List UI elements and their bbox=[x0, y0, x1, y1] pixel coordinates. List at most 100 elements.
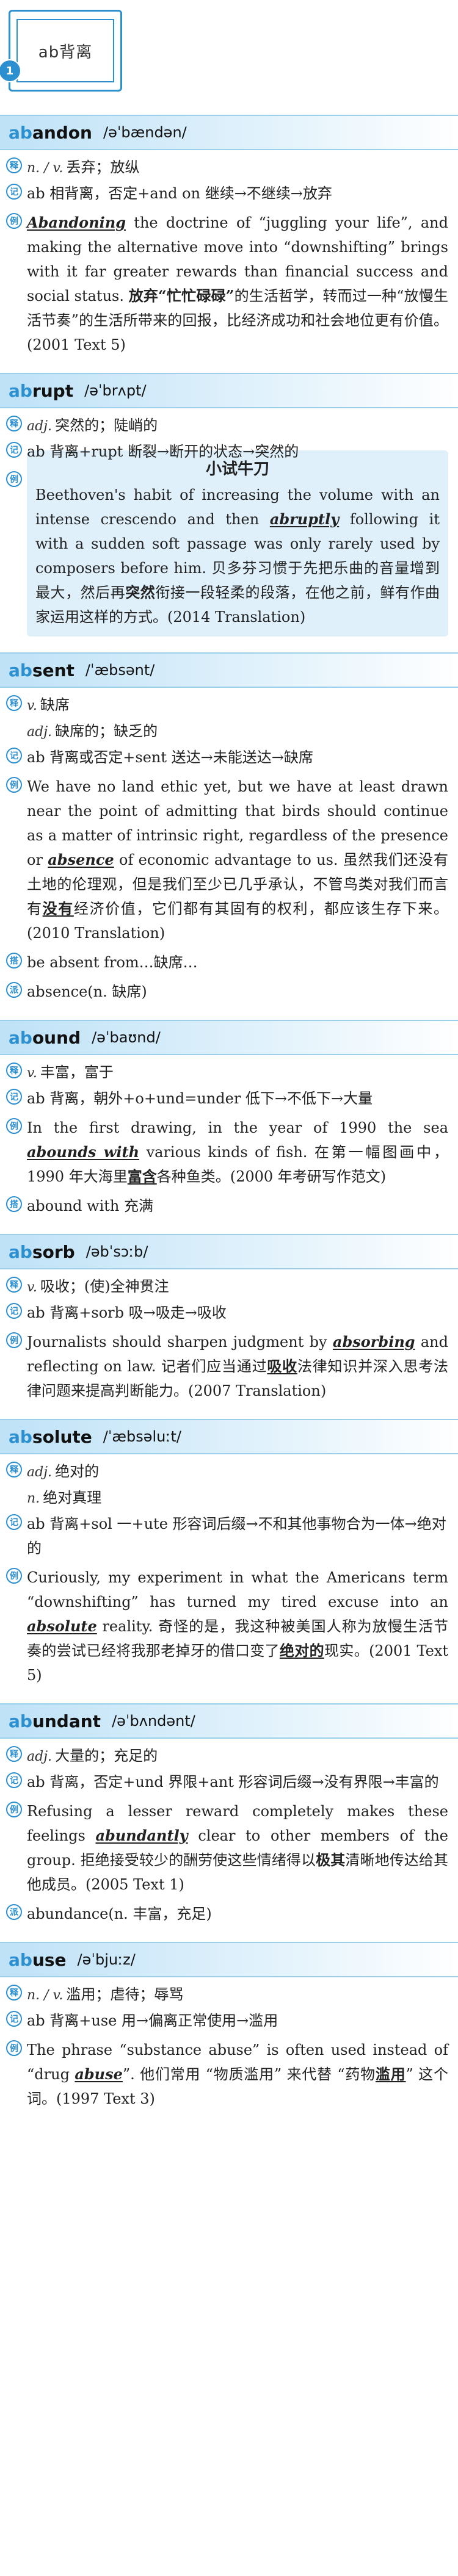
headword-rest: ound bbox=[32, 1027, 81, 1048]
phonetic: /əˈbrʌpt/ bbox=[84, 382, 147, 399]
etym-tag-icon: 记 bbox=[6, 442, 22, 458]
example-keyword: abundantly bbox=[95, 1827, 188, 1844]
example-highlight: 吸收 bbox=[267, 1357, 297, 1375]
etym-tag-icon: 记 bbox=[6, 1089, 22, 1105]
example-text: The phrase “substance abuse” is often us… bbox=[27, 2038, 448, 2111]
pos-tag-icon: 释 bbox=[6, 1462, 22, 1477]
pos-tag-icon: 释 bbox=[6, 1063, 22, 1078]
pos-row: 释 adj. 绝对的 bbox=[0, 1459, 458, 1481]
etym-row: 记 ab 背离+sorb 吸→吸走→吸收 bbox=[0, 1301, 458, 1325]
headword: abandon bbox=[9, 123, 92, 143]
headword-rest: solute bbox=[32, 1426, 92, 1447]
etymology: ab 背离+use 用→偏离正常使用→滥用 bbox=[27, 2012, 278, 2029]
example-highlight: 突然 bbox=[125, 583, 156, 601]
entry-abundant: abundant /əˈbʌndənt/ 释 adj. 大量的；充足的 记 ab… bbox=[0, 1703, 458, 1926]
part-of-speech: adj. bbox=[27, 1749, 53, 1764]
headword: absolute bbox=[9, 1427, 92, 1447]
headword-rest: use bbox=[32, 1949, 67, 1970]
phonetic: /əˈbʌndənt/ bbox=[112, 1712, 195, 1730]
part-of-speech: adj. bbox=[27, 724, 53, 740]
etym-tag-icon: 记 bbox=[6, 1772, 22, 1788]
definition: 大量的；充足的 bbox=[55, 1747, 158, 1764]
definition: 吸收；(使)全神贯注 bbox=[40, 1278, 169, 1295]
example-row: 例 Abandoning the doctrine of “juggling y… bbox=[0, 211, 458, 357]
entry-abrupt: abrupt /əˈbrʌpt/ 释 adj. 突然的；陡峭的 记 ab 背离+… bbox=[0, 373, 458, 637]
word-bar: absorb /əbˈsɔːb/ bbox=[0, 1234, 458, 1269]
etym-row: 记 ab 背离+sol 一+ute 形容词后缀→不和其他事物合为一体→绝对的 bbox=[0, 1512, 458, 1560]
definition: 缺席 bbox=[40, 696, 70, 713]
example-highlight: 滥用 bbox=[375, 2065, 406, 2083]
pos-tag-icon: 释 bbox=[6, 695, 22, 711]
headword-prefix: ab bbox=[9, 380, 32, 401]
pos-row: 释 adj. 突然的；陡峭的 bbox=[0, 413, 458, 435]
definition: 绝对真理 bbox=[43, 1489, 102, 1506]
phonetic: /əˈbændən/ bbox=[103, 124, 187, 141]
pos-row: 释 adj. 大量的；充足的 bbox=[0, 1744, 458, 1765]
etym-tag-icon: 记 bbox=[6, 1514, 22, 1530]
part-of-speech: v. bbox=[27, 698, 37, 713]
headword-rest: sorb bbox=[32, 1241, 75, 1262]
example-row: 例 Journalists should sharpen judgment by… bbox=[0, 1330, 458, 1403]
pos-tag-icon: 释 bbox=[6, 416, 22, 431]
example-tag-icon: 例 bbox=[6, 213, 22, 229]
example-highlight: 富含 bbox=[127, 1167, 157, 1185]
etym-tag-icon: 记 bbox=[6, 748, 22, 763]
headword: abrupt bbox=[9, 381, 73, 401]
entry-absolute: absolute /ˈæbsəluːt/ 释 adj. 绝对的 n. 绝对真理 … bbox=[0, 1419, 458, 1687]
headword-rest: sent bbox=[32, 660, 75, 680]
deriv-tag-icon: 派 bbox=[6, 982, 22, 998]
word-bar: abrupt /əˈbrʌpt/ bbox=[0, 373, 458, 408]
example-highlight: 绝对的 bbox=[279, 1642, 325, 1659]
derivative: abundance(n. 丰富，充足) bbox=[27, 1905, 212, 1922]
headword-prefix: ab bbox=[9, 1711, 32, 1731]
pos-tag-icon: 释 bbox=[6, 1746, 22, 1762]
headword: abound bbox=[9, 1028, 81, 1048]
example-tag-icon: 例 bbox=[6, 1802, 22, 1817]
example-row: 例 In the first drawing, in the year of 1… bbox=[0, 1116, 458, 1189]
phrase-tag-icon: 搭 bbox=[6, 1196, 22, 1212]
etymology: ab 背离+sorb 吸→吸走→吸收 bbox=[27, 1304, 227, 1321]
section-badge-inner: ab背离 bbox=[16, 19, 114, 82]
definition: 丢弃；放纵 bbox=[66, 159, 140, 176]
entry-abuse: abuse /əˈbjuːz/ 释 n. / v. 滥用；虐待；辱骂 记 ab … bbox=[0, 1942, 458, 2111]
example-row: 例 Refusing a lesser reward completely ma… bbox=[0, 1799, 458, 1897]
example-text: Curiously, my experiment in what the Ame… bbox=[27, 1565, 448, 1687]
example-keyword: absolute bbox=[27, 1617, 97, 1635]
definition: 滥用；虐待；辱骂 bbox=[66, 1986, 184, 2003]
headword: abuse bbox=[9, 1950, 67, 1970]
word-bar: absent /ˈæbsənt/ bbox=[0, 652, 458, 688]
etymology: ab 背离+sol 一+ute 形容词后缀→不和其他事物合为一体→绝对的 bbox=[27, 1515, 446, 1557]
example-part: 各种鱼类。(2000 年考研写作范文) bbox=[156, 1168, 387, 1185]
etym-tag-icon: 记 bbox=[6, 1303, 22, 1319]
etym-row: 记 ab 背离+use 用→偏离正常使用→滥用 bbox=[0, 2008, 458, 2033]
example-keyword: absorbing bbox=[332, 1333, 415, 1351]
phrase: be absent from…缺席… bbox=[27, 954, 198, 971]
definition: 缺席的；缺乏的 bbox=[55, 723, 158, 740]
example-part: 经济价值，它们都有其固有的权利，都应该生存下来。(2010 Translatio… bbox=[27, 900, 449, 942]
example-text: Beethoven's habit of increasing the volu… bbox=[35, 483, 440, 629]
example-tag-icon: 例 bbox=[6, 2040, 22, 2056]
word-bar: absolute /ˈæbsəluːt/ bbox=[0, 1419, 458, 1454]
example-keyword: Abandoning bbox=[27, 214, 126, 231]
example-text: Journalists should sharpen judgment by a… bbox=[27, 1330, 448, 1403]
phrase-tag-icon: 搭 bbox=[6, 953, 22, 969]
pos-row: 释 v. 吸收；(使)全神贯注 bbox=[0, 1274, 458, 1296]
etymology: ab 背离或否定+sent 送达→未能送达→缺席 bbox=[27, 749, 313, 766]
part-of-speech: v. bbox=[27, 1066, 37, 1081]
phrase: abound with 充满 bbox=[27, 1197, 153, 1214]
example-highlight: 放弃“忙忙碌碌” bbox=[128, 287, 234, 305]
phonetic: /ˈæbsəluːt/ bbox=[103, 1428, 181, 1445]
example-part: In the first drawing, in the year of 199… bbox=[27, 1119, 448, 1136]
entry-abound: abound /əˈbaʊnd/ 释 v. 丰富，富于 记 ab 背离，朝外+o… bbox=[0, 1020, 458, 1218]
headword: abundant bbox=[9, 1711, 101, 1731]
phrase-row: 搭 abound with 充满 bbox=[0, 1194, 458, 1218]
pos-row: n. 绝对真理 bbox=[0, 1485, 458, 1507]
headword-prefix: ab bbox=[9, 1241, 32, 1262]
headword-rest: andon bbox=[32, 122, 92, 143]
word-bar: abound /əˈbaʊnd/ bbox=[0, 1020, 458, 1055]
example-tag-icon: 例 bbox=[6, 1568, 22, 1584]
etym-row: 记 ab 背离，朝外+o+und=under 低下→不低下→大量 bbox=[0, 1086, 458, 1111]
pos-row: adj. 缺席的；缺乏的 bbox=[0, 719, 458, 740]
example-text: In the first drawing, in the year of 199… bbox=[27, 1116, 448, 1189]
example-tag-icon: 例 bbox=[6, 1118, 22, 1134]
